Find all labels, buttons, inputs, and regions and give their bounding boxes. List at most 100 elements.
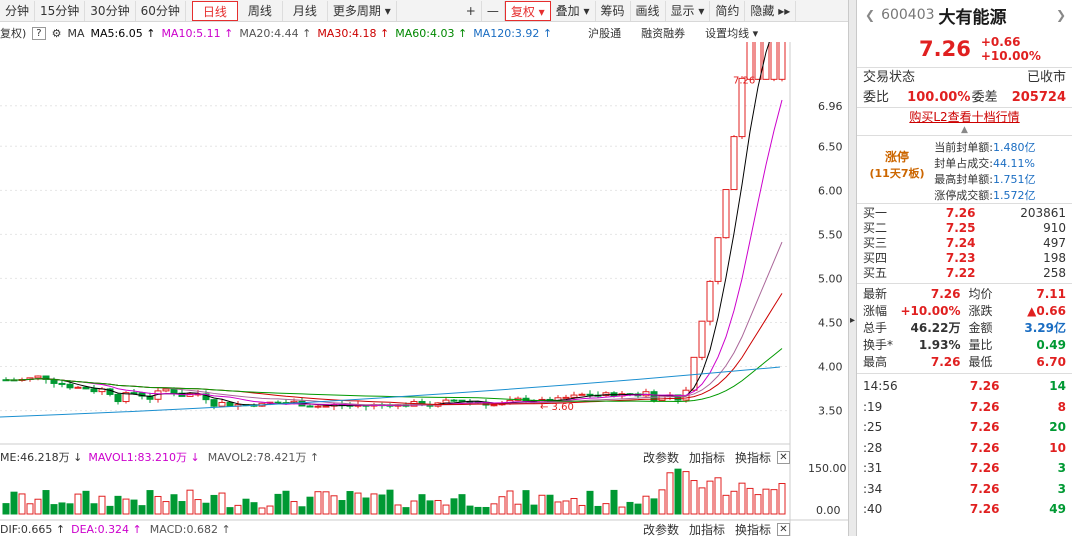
- tick-list: 14:56 7.26 14 :19 7.26 8 :25 7.26 20 :28 7.26 10…: [857, 374, 1072, 520]
- next-stock-icon[interactable]: ❯: [1056, 8, 1066, 22]
- overlay-dropdown[interactable]: 叠加 ▾: [551, 0, 596, 21]
- quote-label: 最新: [863, 287, 888, 301]
- book-label: 买二: [863, 221, 888, 235]
- quote-value: +10.00%: [900, 304, 961, 318]
- quote-stats: 最新 7.26 均价 7.11 涨幅 +10.00% 涨跌 ▲0.66 总手 46.22万…: [857, 284, 1072, 374]
- chips-button[interactable]: 筹码: [596, 0, 631, 21]
- volume-bar: [306, 496, 314, 515]
- order-book-row[interactable]: 买三 7.24 497: [857, 236, 1072, 251]
- order-book-row[interactable]: 买一 7.26 203861: [857, 206, 1072, 221]
- l2-purchase-link[interactable]: 购买L2查看十档行情: [857, 108, 1072, 126]
- price-tick-label: 6.96: [818, 100, 843, 113]
- volume-bar: [498, 496, 506, 515]
- order-book-row[interactable]: 买四 7.23 198: [857, 251, 1072, 266]
- vol-close-icon[interactable]: ✕: [777, 450, 790, 464]
- volume-bar: [338, 500, 346, 515]
- macd-edit-params[interactable]: 改参数: [643, 521, 679, 536]
- simple-mode-button[interactable]: 简约: [710, 0, 746, 21]
- quote-label: 最低: [968, 355, 993, 369]
- candle-body: [458, 399, 466, 402]
- wb-label: 委比: [863, 90, 890, 105]
- volume-bar: [210, 494, 218, 515]
- prev-stock-icon[interactable]: ❮: [865, 8, 875, 22]
- volume-bar: [162, 501, 170, 515]
- volume-bar: [114, 495, 122, 515]
- tick-time: :40: [863, 502, 883, 516]
- collapse-arrow-icon[interactable]: ▸: [850, 315, 855, 326]
- volume-bar: [658, 489, 666, 515]
- volume-bar: [570, 498, 578, 515]
- candle-body: [690, 356, 698, 391]
- vol-add-indicator[interactable]: 加指标: [689, 449, 725, 466]
- adjust-dropdown[interactable]: 复权 ▾: [504, 0, 551, 21]
- period-monthly[interactable]: 月线: [283, 0, 328, 21]
- stock-app: 分钟 15分钟 30分钟 60分钟 日线 周线 月线 更多周期 ▾ + — 复权…: [0, 0, 1072, 536]
- price-change: +0.66 +10.00%: [981, 35, 1041, 63]
- help-icon[interactable]: ?: [32, 26, 46, 40]
- candle-body: [770, 14, 778, 80]
- tick-time: 14:56: [863, 379, 898, 393]
- zoom-in-button[interactable]: +: [461, 0, 482, 21]
- vol-switch-indicator[interactable]: 换指标: [735, 449, 771, 466]
- stock-name: 大有能源: [938, 7, 1007, 28]
- volume-bar: [458, 494, 466, 515]
- candle-body: [746, 14, 754, 80]
- tick-price: 7.26: [969, 440, 1000, 455]
- volume-bar: [618, 506, 626, 515]
- set-ma-dropdown[interactable]: 设置均线 ▾: [705, 25, 758, 41]
- tick-volume: 20: [1049, 420, 1066, 434]
- period-daily[interactable]: 日线: [191, 0, 238, 21]
- price-tick-label: 4.50: [818, 316, 843, 329]
- stat-value: 1.480亿: [993, 141, 1036, 154]
- vol-edit-params[interactable]: 改参数: [643, 449, 679, 466]
- order-book-row[interactable]: 买五 7.22 258: [857, 266, 1072, 281]
- margin-link[interactable]: 融资融券: [641, 25, 685, 41]
- period-15min[interactable]: 15分钟: [35, 0, 86, 21]
- shhk-link[interactable]: 沪股通: [588, 25, 621, 41]
- period-weekly[interactable]: 周线: [238, 0, 283, 21]
- candle-body: [274, 401, 282, 404]
- change-pct: +10.00%: [980, 48, 1041, 63]
- limit-up-stats: 当前封单额:1.480亿 封单占成交:44.11% 最高封单额:1.751亿 涨…: [933, 140, 1068, 202]
- volume-bar: [362, 497, 370, 515]
- gear-icon[interactable]: ⚙: [52, 27, 62, 40]
- period-30min[interactable]: 30分钟: [85, 0, 136, 21]
- panel-splitter[interactable]: ▸: [848, 0, 856, 536]
- volume-bar: [594, 505, 602, 515]
- more-periods-dropdown[interactable]: 更多周期 ▾: [328, 0, 397, 21]
- display-dropdown[interactable]: 显示 ▾: [666, 0, 711, 21]
- order-book-row[interactable]: 买二 7.25 910: [857, 221, 1072, 236]
- expand-arrow-icon[interactable]: ▲: [857, 126, 1072, 136]
- ma-label: MA: [67, 26, 85, 40]
- tick-volume: 14: [1049, 379, 1066, 393]
- volume-bar: [26, 503, 34, 515]
- draw-line-button[interactable]: 画线: [631, 0, 666, 21]
- hide-panel-button[interactable]: 隐藏 ▸▸: [745, 0, 797, 21]
- quote-cell: 最高 7.26: [859, 354, 965, 371]
- price-axis: 6.96 6.50 6.00 5.50 5.00 4.50 4.00 3.50: [818, 100, 843, 418]
- volume-bar: [290, 501, 298, 515]
- volume-bar: [186, 489, 194, 515]
- ma-legend: 复权) ? ⚙ MA MA5:6.05 ↑ MA10:5.11 ↑ MA20:4…: [0, 24, 790, 42]
- candle-body: [130, 392, 138, 395]
- macd-close-icon[interactable]: ✕: [777, 522, 790, 536]
- tick-row: :40 7.26 49: [857, 499, 1072, 520]
- quote-cell: 涨幅 +10.00%: [859, 303, 965, 320]
- volume-bar: [706, 480, 714, 515]
- volume-bar: [202, 502, 210, 515]
- candle-body: [738, 77, 746, 138]
- dea-legend: DEA:0.324 ↑: [71, 522, 142, 536]
- period-60min[interactable]: 60分钟: [136, 0, 186, 21]
- macd-switch-indicator[interactable]: 换指标: [735, 521, 771, 536]
- period-1min[interactable]: 分钟: [0, 0, 36, 21]
- volume-bar: [778, 483, 786, 515]
- ma-lines: [0, 15, 783, 418]
- volume-bar: [730, 490, 738, 515]
- price-block: 7.26 +0.66 +10.00%: [857, 30, 1072, 68]
- zoom-out-button[interactable]: —: [482, 0, 505, 21]
- limit-up-title: 涨停: [884, 150, 909, 164]
- quote-value: 46.22万: [910, 321, 961, 335]
- tick-price: 7.26: [969, 399, 1000, 414]
- macd-add-indicator[interactable]: 加指标: [689, 521, 725, 536]
- ma30-legend: MA30:4.18 ↑: [317, 26, 390, 40]
